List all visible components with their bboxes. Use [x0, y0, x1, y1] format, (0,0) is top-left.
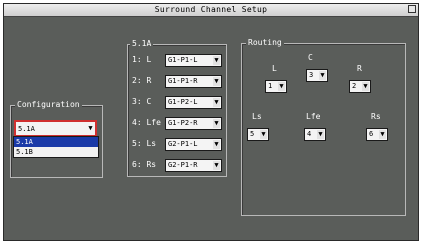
routing-select-c-value: 3 [309, 71, 314, 79]
channel-select-ls[interactable]: G2-P1-L ▼ [165, 138, 222, 151]
channel-select-r[interactable]: G1-P1-R ▼ [165, 75, 222, 88]
channel-select-ls-value: G2-P1-L [168, 140, 198, 148]
routing-label-ls: Ls [252, 112, 262, 121]
channel-select-lfe-value: G1-P2-R [168, 119, 198, 127]
chevron-down-icon[interactable]: ▼ [260, 130, 267, 139]
routing-select-lfe-value: 4 [307, 130, 312, 138]
routing-select-r[interactable]: 2 ▼ [349, 80, 371, 93]
routing-select-ls-value: 5 [250, 130, 255, 138]
routing-label-r: R [357, 64, 362, 73]
chevron-down-icon[interactable]: ▼ [213, 140, 220, 149]
chevron-down-icon[interactable]: ▼ [213, 119, 220, 128]
chevron-down-icon[interactable]: ▼ [362, 82, 369, 91]
channel-select-lfe[interactable]: G1-P2-R ▼ [165, 117, 222, 130]
chevron-down-icon[interactable]: ▼ [213, 98, 220, 107]
chevron-down-icon[interactable]: ▼ [379, 130, 386, 139]
routing-select-lfe[interactable]: 4 ▼ [304, 128, 326, 141]
configuration-dropdown-list: 5.1A 5.1B [13, 136, 99, 158]
window-title: Surround Channel Setup [154, 5, 268, 14]
channel-label-ls: 5: Ls [132, 139, 157, 148]
routing-group-title: Routing [246, 38, 284, 48]
channel-label-r: 2: R [132, 76, 152, 85]
channel-select-l[interactable]: G1-P1-L ▼ [165, 54, 222, 67]
routing-label-c: C [308, 53, 313, 62]
routing-label-lfe: Lfe [306, 112, 321, 121]
routing-select-l[interactable]: 1 ▼ [265, 80, 287, 93]
channel-select-c-value: G1-P2-L [168, 98, 198, 106]
routing-label-rs: Rs [371, 112, 381, 121]
chevron-down-icon[interactable]: ▼ [213, 56, 220, 65]
configuration-select[interactable]: 5.1A ▼ [14, 120, 97, 137]
channel-label-c: 3: C [132, 97, 152, 106]
channel-select-l-value: G1-P1-L [168, 56, 198, 64]
configuration-select-value: 5.1A [18, 125, 35, 133]
channel-select-c[interactable]: G1-P2-L ▼ [165, 96, 222, 109]
channel-select-rs-value: G2-P1-R [168, 161, 198, 169]
configuration-group-title: Configuration [15, 100, 82, 110]
routing-select-r-value: 2 [352, 82, 357, 90]
channel-group-title: 5.1A [130, 39, 154, 49]
channel-label-l: 1: L [132, 55, 152, 64]
routing-select-rs[interactable]: 6 ▼ [366, 128, 388, 141]
chevron-down-icon[interactable]: ▼ [87, 124, 94, 133]
title-bar[interactable]: Surround Channel Setup [4, 4, 418, 17]
chevron-down-icon[interactable]: ▼ [213, 161, 220, 170]
dropdown-option-5-1b[interactable]: 5.1B [14, 147, 98, 157]
routing-select-l-value: 1 [268, 82, 273, 90]
routing-label-l: L [272, 64, 277, 73]
channel-select-rs[interactable]: G2-P1-R ▼ [165, 159, 222, 172]
channel-label-lfe: 4: Lfe [132, 118, 161, 127]
routing-select-rs-value: 6 [369, 130, 374, 138]
chevron-down-icon[interactable]: ▼ [317, 130, 324, 139]
chevron-down-icon[interactable]: ▼ [319, 71, 326, 80]
surround-channel-setup-window: Surround Channel Setup Configuration 5.1… [3, 3, 419, 241]
close-icon[interactable] [408, 5, 416, 13]
routing-select-c[interactable]: 3 ▼ [306, 69, 328, 82]
channel-select-r-value: G1-P1-R [168, 77, 198, 85]
dropdown-option-5-1a[interactable]: 5.1A [14, 137, 98, 147]
chevron-down-icon[interactable]: ▼ [213, 77, 220, 86]
chevron-down-icon[interactable]: ▼ [278, 82, 285, 91]
routing-select-ls[interactable]: 5 ▼ [247, 128, 269, 141]
channel-label-rs: 6: Rs [132, 160, 157, 169]
